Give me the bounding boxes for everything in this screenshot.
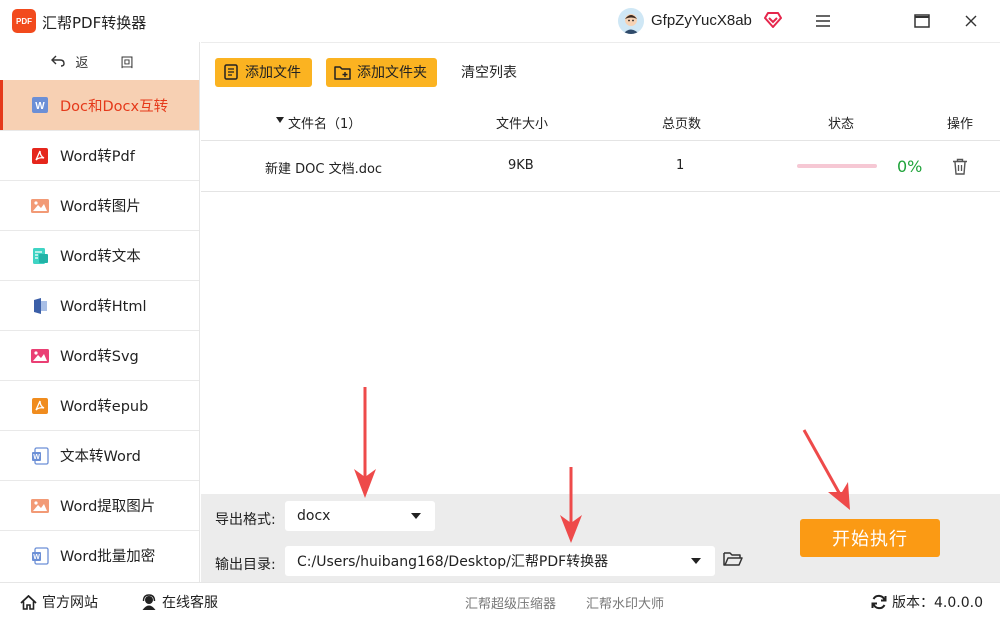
version-label: 版本：4.0.0.0 [892,595,983,611]
back-button[interactable]: 返 回 [0,42,199,80]
column-header-name[interactable]: 文件名（1） [288,113,361,132]
page-count: 1 [676,158,685,173]
svg-text:W: W [33,454,40,461]
toolbar: 添加文件 添加文件夹 清空列表 [201,43,1000,101]
sidebar-item-word-image[interactable]: Word转图片 [0,180,199,230]
table-header: 文件名（1） 文件大小 总页数 状态 操作 [201,101,1000,141]
sidebar-item-label: Word批量加密 [60,549,156,565]
online-service-link[interactable]: 在线客服 [141,592,218,612]
main-panel: 添加文件 添加文件夹 清空列表 文件名（1） 文件大小 总页数 状态 操作 新建… [201,42,1000,494]
add-file-label: 添加文件 [245,65,301,81]
svg-icon [30,346,50,366]
website-label: 官方网站 [42,595,98,611]
sidebar-item-word-encrypt[interactable]: W Word批量加密 [0,530,199,580]
chevron-down-icon [411,513,421,519]
sidebar-item-label: Word转epub [60,399,149,415]
start-button[interactable]: 开始执行 [800,519,940,557]
sidebar-item-label: Word转Svg [60,349,139,365]
sidebar-item-label: Word转文本 [60,249,141,265]
sidebar-item-word-html[interactable]: Word转Html [0,280,199,330]
home-icon [20,594,37,610]
sidebar-item-label: Doc和Docx互转 [60,98,169,115]
add-file-icon [224,64,238,80]
logo-text: PDF [16,16,32,26]
chevron-down-icon [691,558,701,564]
word-lock-icon: W [30,546,50,566]
maximize-icon[interactable] [911,10,933,32]
progress-percent: 0% [897,157,923,176]
service-label: 在线客服 [162,595,218,611]
column-header-status: 状态 [828,117,855,132]
sidebar: 返 回 W Doc和Docx互转 Word转Pdf Word转图片 Word转文… [0,42,200,582]
file-size: 9KB [508,158,534,173]
word-doc-icon: W [30,95,50,115]
avatar-icon [618,8,644,34]
username[interactable]: GfpZyYucX8ab [651,12,752,29]
version-info: 版本：4.0.0.0 [871,592,983,612]
sidebar-item-word-svg[interactable]: Word转Svg [0,330,199,380]
column-header-action: 操作 [947,117,974,132]
table-row[interactable]: 新建 DOC 文档.doc 9KB 1 0% [201,142,1000,192]
sort-caret-icon[interactable] [275,113,285,128]
word-icon: W [30,446,50,466]
open-folder-icon[interactable] [723,551,743,571]
watermark-link[interactable]: 汇帮水印大师 [586,593,664,612]
sidebar-item-word-pdf[interactable]: Word转Pdf [0,130,199,180]
annotation-arrow-format [354,387,376,498]
dir-label: 输出目录: [215,557,276,573]
add-folder-label: 添加文件夹 [357,65,427,81]
back-label: 返 回 [75,55,148,71]
compressor-link[interactable]: 汇帮超级压缩器 [465,593,556,612]
footer: 官方网站 在线客服 汇帮超级压缩器 汇帮水印大师 版本：4.0.0.0 [0,582,1000,617]
delete-icon[interactable] [952,158,968,179]
column-header-pages: 总页数 [662,117,702,132]
progress-bar [797,164,877,168]
format-value: docx [297,508,331,524]
add-folder-button[interactable]: 添加文件夹 [326,57,437,87]
text-icon [30,246,50,266]
menu-icon[interactable] [812,10,834,32]
avatar[interactable] [618,8,644,34]
add-folder-icon [334,65,351,80]
app-title: 汇帮PDF转换器 [42,14,147,32]
sidebar-item-label: Word转Pdf [60,149,135,165]
image-extract-icon [30,496,50,516]
sidebar-item-word-extract-image[interactable]: Word提取图片 [0,480,199,530]
back-arrow-icon [51,55,66,67]
official-website-link[interactable]: 官方网站 [20,592,98,612]
output-settings: 导出格式: docx 输出目录: C:/Users/huibang168/Des… [201,494,1000,582]
headset-icon [142,594,156,610]
vip-diamond-icon[interactable] [764,12,782,28]
sidebar-item-label: Word转图片 [60,199,141,215]
sidebar-item-word-text[interactable]: Word转文本 [0,230,199,280]
add-file-button[interactable]: 添加文件 [215,57,312,87]
output-dir-value: C:/Users/huibang168/Desktop/汇帮PDF转换器 [297,554,609,570]
output-dir-select[interactable]: C:/Users/huibang168/Desktop/汇帮PDF转换器 [285,546,715,576]
app-logo: PDF [12,9,36,33]
sidebar-item-doc-docx[interactable]: W Doc和Docx互转 [0,80,199,130]
refresh-icon [871,594,887,610]
column-header-size: 文件大小 [496,117,549,132]
format-select[interactable]: docx [285,501,435,531]
sidebar-item-word-epub[interactable]: Word转epub [0,380,199,430]
file-name: 新建 DOC 文档.doc [265,162,383,177]
annotation-arrow-start [802,429,850,510]
title-bar: PDF 汇帮PDF转换器 GfpZyYucX8ab [0,0,1000,42]
sidebar-item-label: Word转Html [60,299,147,315]
svg-text:W: W [35,101,45,112]
close-icon[interactable] [960,10,982,32]
format-label: 导出格式: [215,512,276,528]
html-icon [30,296,50,316]
epub-icon [30,396,50,416]
sidebar-item-label: 文本转Word [60,449,141,465]
clear-list-button[interactable]: 清空列表 [461,62,517,82]
sidebar-item-label: Word提取图片 [60,499,156,515]
svg-text:W: W [33,554,40,561]
annotation-arrow-dir [560,467,582,543]
sidebar-item-text-word[interactable]: W 文本转Word [0,430,199,480]
pdf-icon [30,146,50,166]
image-icon [30,196,50,216]
